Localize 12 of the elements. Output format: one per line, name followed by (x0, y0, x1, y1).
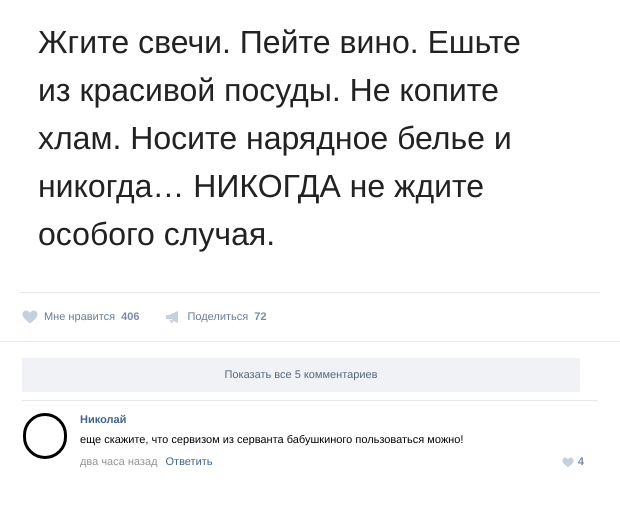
comment-time: два часа назад (80, 455, 158, 470)
author-name[interactable]: Николай (80, 413, 584, 427)
heart-icon (562, 456, 574, 468)
heart-icon (22, 310, 38, 324)
avatar[interactable] (23, 413, 67, 459)
comment-text: еще скажите, что сервизом из серванта бабушкиного пользоваться можно! (80, 433, 464, 448)
share-button[interactable]: Поделиться 72 (165, 308, 266, 326)
like-button[interactable]: Мне нравится 406 (22, 308, 140, 326)
show-comments-button[interactable]: Показать все 5 комментариев (22, 358, 580, 392)
comment-like-button[interactable]: 4 (562, 454, 584, 470)
post-text: Жгите свечи. Пейте вино. Ешьте из красивой посуды. Не копите хлам. Носите нарядное белье и никогда… НИКОГДА не ждите особого случая. (37, 23, 522, 254)
reply-link[interactable]: Ответить (165, 454, 213, 470)
